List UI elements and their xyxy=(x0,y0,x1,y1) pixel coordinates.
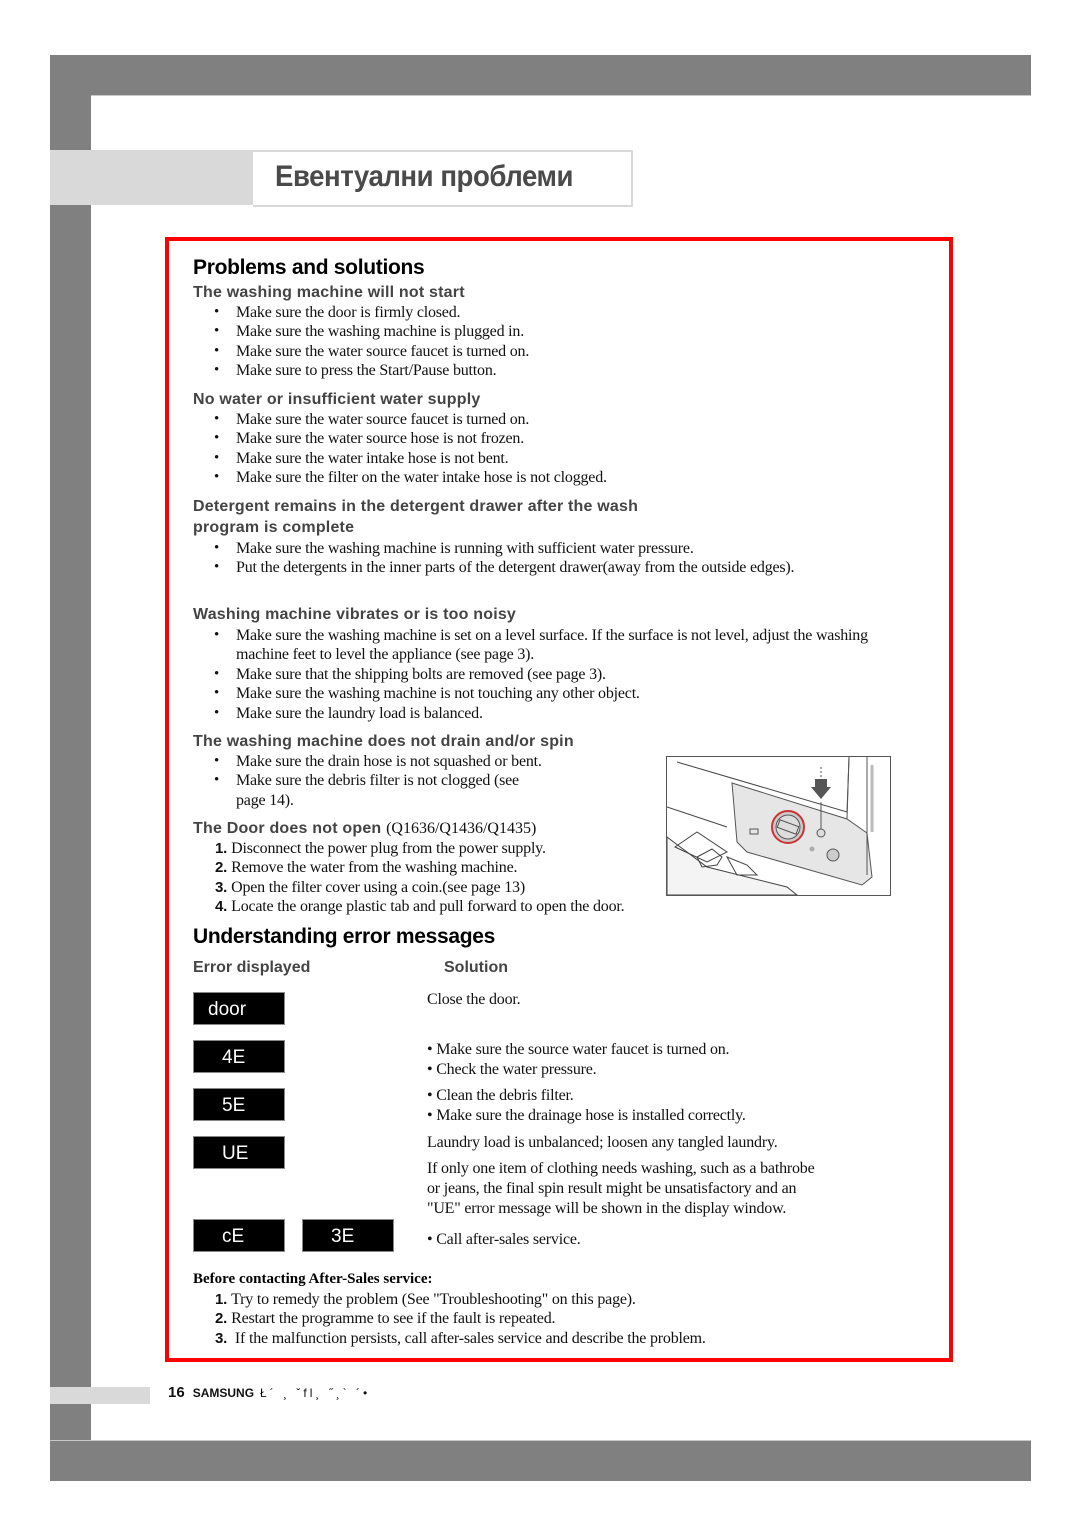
solution-line: Laundry load is unbalanced; loosen any t… xyxy=(427,1134,778,1151)
page-number: 16 xyxy=(168,1384,185,1401)
problems-heading: Problems and solutions xyxy=(193,256,425,279)
error-solution: • Clean the debris filter. • Make sure t… xyxy=(427,1086,746,1126)
section-title: Detergent remains in the detergent drawe… xyxy=(193,498,639,515)
door-title: The Door does not open xyxy=(193,820,382,837)
list-item: Make sure the water source hose is not f… xyxy=(193,429,893,449)
model-numbers: (Q1636/Q1436/Q1435) xyxy=(386,820,537,837)
list-item: Make sure the laundry load is balanced. xyxy=(193,704,873,724)
section-list: Make sure the washing machine is set on … xyxy=(193,626,873,723)
error-code-display: door xyxy=(193,992,285,1025)
error-solution: • Make sure the source water faucet is t… xyxy=(427,1040,730,1080)
section-title: The washing machine does not drain and/o… xyxy=(193,733,574,750)
page-title: Евентуални проблеми xyxy=(275,160,573,193)
step-item: 1. Disconnect the power plug from the pow… xyxy=(215,840,546,857)
step-item: 3. If the malfunction persists, call aft… xyxy=(215,1329,706,1347)
step-item: 4. Locate the orange plastic tab and pull… xyxy=(215,898,625,916)
section-list: Make sure the water source faucet is tur… xyxy=(193,410,893,488)
list-item: Make sure to press the Start/Pause butto… xyxy=(193,361,893,381)
list-item: Put the detergents in the inner parts of… xyxy=(193,558,818,578)
list-item: Make sure the water source faucet is tur… xyxy=(193,410,893,430)
list-item: Make sure the washing machine is plugged… xyxy=(193,322,893,342)
top-frame-bar xyxy=(50,55,1031,96)
errors-heading: Understanding error messages xyxy=(193,925,496,948)
solution-line: If only one item of clothing needs washi… xyxy=(427,1160,815,1177)
column-header-error: Error displayed xyxy=(193,959,311,976)
error-solution: Laundry load is unbalanced; loosen any t… xyxy=(427,1133,815,1219)
bottom-frame-bar xyxy=(50,1440,1031,1481)
solution-line: • Clean the debris filter. xyxy=(427,1087,574,1104)
solution-line: • Check the water pressure. xyxy=(427,1061,597,1078)
error-solution: • Call after-sales service. xyxy=(427,1230,581,1250)
brand-logo-text: SAMSUNG xyxy=(192,1386,255,1400)
section-title: The washing machine will not start xyxy=(193,284,465,301)
solution-line: "UE" error message will be shown in the … xyxy=(427,1200,787,1217)
footer-band xyxy=(50,1387,150,1404)
solution-line: Close the door. xyxy=(427,991,521,1008)
step-item: 2. Remove the water from the washing mach… xyxy=(215,859,518,877)
page-footer: 16 SAMSUNG Ł´ ¸ ˇfl¸ ˝¸` ´• xyxy=(168,1384,370,1401)
left-frame-bar xyxy=(50,95,91,1480)
washing-machine-filter-drawing xyxy=(667,757,890,895)
title-box: Евентуални проблеми xyxy=(253,150,633,207)
error-code-display: 5E xyxy=(193,1088,285,1121)
list-item: Make sure the drain hose is not squashed… xyxy=(193,752,593,772)
list-item: Make sure the door is firmly closed. xyxy=(193,303,893,323)
solution-line: • Call after-sales service. xyxy=(427,1231,581,1248)
list-item: Make sure the filter on the water intake… xyxy=(193,468,893,488)
section-title: Washing machine vibrates or is too noisy xyxy=(193,606,517,623)
list-item: Make sure the washing machine is running… xyxy=(193,539,818,559)
error-code-display: 3E xyxy=(302,1219,394,1252)
section-list: Make sure the washing machine is running… xyxy=(193,539,818,578)
step-item: 2. Restart the programme to see if the fa… xyxy=(215,1310,556,1328)
after-sales-heading: Before contacting After-Sales service: xyxy=(193,1271,433,1287)
step-item: 1. Try to remedy the problem (See "Troubl… xyxy=(215,1291,636,1308)
list-item: Make sure the washing machine is not tou… xyxy=(193,684,873,704)
door-section-title: The Door does not open (Q1636/Q1436/Q143… xyxy=(193,820,536,838)
section-title: No water or insufficient water supply xyxy=(193,391,481,408)
list-item: Make sure the washing machine is set on … xyxy=(193,626,873,665)
list-item: Make sure that the shipping bolts are re… xyxy=(193,665,873,685)
filter-cover-illustration xyxy=(666,756,891,896)
error-code-display: 4E xyxy=(193,1040,285,1073)
column-header-solution: Solution xyxy=(444,959,508,976)
list-item: Make sure the water intake hose is not b… xyxy=(193,449,893,469)
section-title-cont: program is complete xyxy=(193,519,355,536)
error-code-display: UE xyxy=(193,1136,285,1169)
title-band xyxy=(50,150,255,205)
solution-line: • Make sure the source water faucet is t… xyxy=(427,1041,730,1058)
solution-line: or jeans, the final spin result might be… xyxy=(427,1180,797,1197)
door-steps: 1. Disconnect the power plug from the pow… xyxy=(193,839,625,917)
after-sales-steps: 1. Try to remedy the problem (See "Troubl… xyxy=(193,1290,706,1348)
footer-caption: Ł´ ¸ ˇfl¸ ˝¸` ´• xyxy=(260,1386,371,1400)
list-item: Make sure the water source faucet is tur… xyxy=(193,342,893,362)
section-list: Make sure the drain hose is not squashed… xyxy=(193,752,593,810)
solution-line: • Make sure the drainage hose is install… xyxy=(427,1107,746,1124)
step-item: 3. Open the filter cover using a coin.(se… xyxy=(215,878,525,896)
error-code-display: cE xyxy=(193,1219,285,1252)
list-item: Make sure the debris filter is not clogg… xyxy=(193,771,536,810)
error-solution: Close the door. xyxy=(427,990,521,1010)
section-list: Make sure the door is firmly closed. Mak… xyxy=(193,303,893,381)
